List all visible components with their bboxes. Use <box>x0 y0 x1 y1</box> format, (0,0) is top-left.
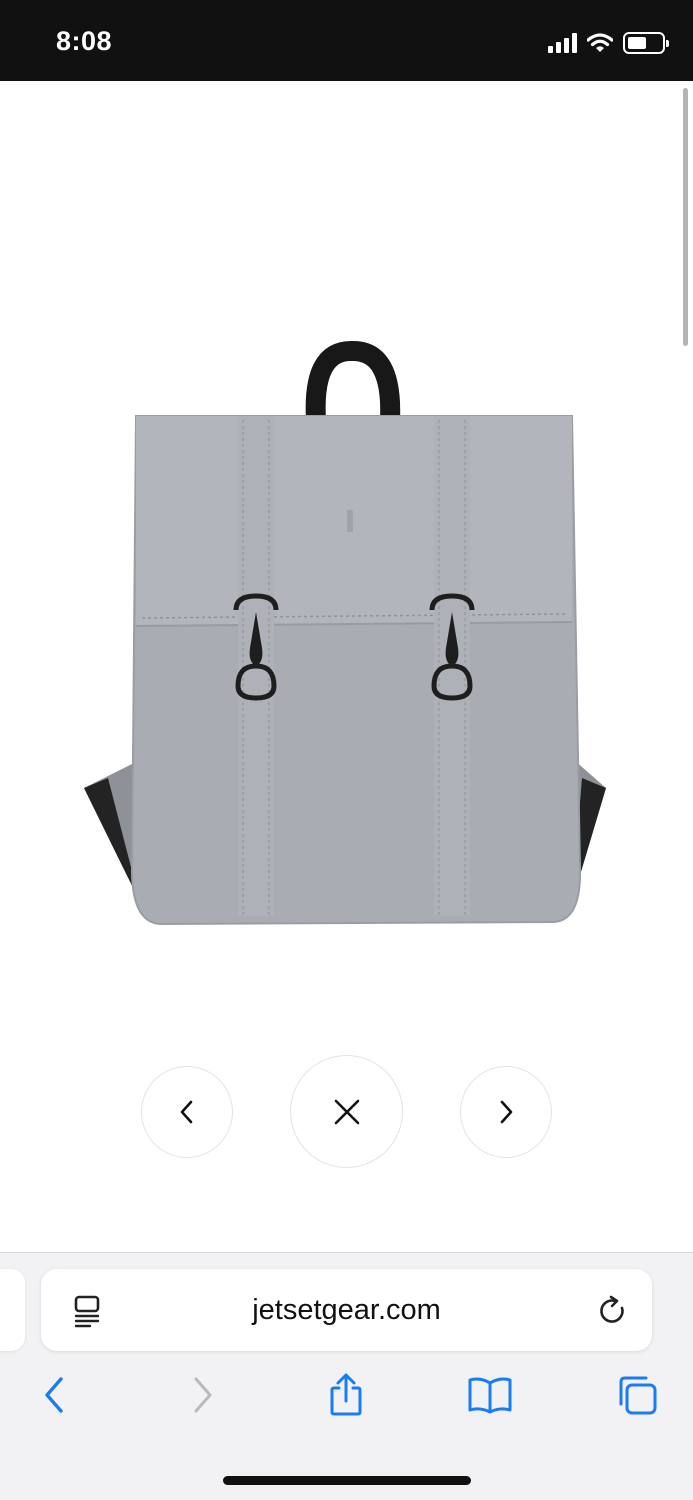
url-text[interactable]: jetsetgear.com <box>41 1294 652 1327</box>
previous-image-button[interactable] <box>141 1066 233 1158</box>
tabs-icon <box>619 1376 657 1415</box>
close-lightbox-button[interactable] <box>290 1055 403 1168</box>
chevron-right-icon <box>500 1100 513 1124</box>
share-icon <box>330 1373 362 1416</box>
back-button[interactable] <box>29 1370 79 1420</box>
bookmarks-icon <box>468 1377 512 1414</box>
forward-button[interactable] <box>178 1370 228 1420</box>
forward-icon <box>194 1377 212 1413</box>
status-time: 8:08 <box>56 26 113 56</box>
reload-icon[interactable] <box>598 1295 628 1327</box>
back-icon <box>45 1377 63 1413</box>
battery-icon <box>623 32 669 54</box>
status-bar: 8:08 <box>0 0 693 81</box>
previous-tab-card[interactable] <box>0 1269 25 1351</box>
address-bar[interactable]: jetsetgear.com <box>41 1269 652 1351</box>
scroll-indicator[interactable] <box>683 88 688 346</box>
cellular-signal-icon <box>548 33 577 53</box>
bookmarks-button[interactable] <box>465 1370 515 1420</box>
wifi-icon <box>587 33 613 52</box>
grey-backpack-image <box>84 341 606 926</box>
chevron-left-icon <box>180 1100 193 1124</box>
tabs-button[interactable] <box>612 1370 662 1420</box>
share-button[interactable] <box>321 1370 371 1420</box>
status-icons <box>548 30 669 56</box>
close-icon <box>334 1099 359 1124</box>
home-indicator[interactable] <box>223 1476 471 1485</box>
next-image-button[interactable] <box>460 1066 552 1158</box>
